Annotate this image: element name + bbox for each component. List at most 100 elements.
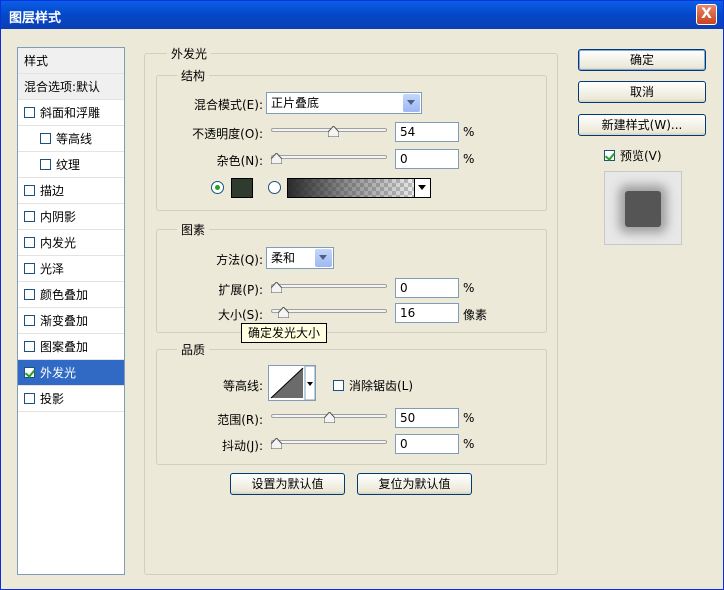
outer-glow-title: 外发光 (167, 45, 212, 62)
glow-gradient-picker[interactable] (287, 178, 431, 198)
style-list-item-label: 等高线 (56, 132, 93, 146)
style-list-item-label: 内阴影 (40, 210, 77, 224)
style-list-item[interactable]: 内发光 (18, 230, 124, 256)
new-style-button[interactable]: 新建样式(W)... (578, 114, 706, 136)
slider-thumb-icon[interactable] (271, 153, 282, 164)
style-checkbox[interactable] (24, 315, 35, 326)
spread-slider[interactable] (271, 278, 387, 294)
solid-color-radio[interactable] (211, 181, 224, 194)
jitter-slider[interactable] (271, 434, 387, 450)
style-checkbox[interactable] (24, 289, 35, 300)
noise-label: 杂色(N): (216, 154, 263, 168)
style-list: 样式 混合选项:默认 斜面和浮雕等高线纹理描边内阴影内发光光泽颜色叠加渐变叠加图… (17, 47, 125, 575)
slider-track (271, 155, 387, 159)
style-checkbox[interactable] (24, 211, 35, 222)
range-label: 范围(R): (217, 413, 263, 427)
technique-select[interactable]: 柔和 (266, 247, 334, 269)
style-list-header[interactable]: 样式 (18, 48, 124, 74)
make-default-button[interactable]: 设置为默认值 (230, 473, 345, 495)
slider-track (271, 284, 387, 288)
range-slider[interactable] (271, 408, 387, 424)
range-unit: % (463, 411, 475, 425)
blend-mode-value: 正片叠底 (271, 96, 320, 110)
size-slider[interactable] (271, 303, 387, 319)
style-checkbox[interactable] (24, 263, 35, 274)
glow-color-swatch[interactable] (231, 178, 253, 198)
style-checkbox[interactable] (24, 107, 35, 118)
style-checkbox[interactable] (24, 393, 35, 404)
style-preview (604, 171, 682, 245)
opacity-input[interactable]: 54 (395, 122, 459, 142)
style-list-item-label: 投影 (40, 392, 65, 406)
style-list-item[interactable]: 投影 (18, 386, 124, 412)
style-list-item-label: 图案叠加 (40, 340, 89, 354)
antialias-checkbox[interactable]: 消除锯齿(L) (333, 377, 413, 394)
slider-thumb-icon[interactable] (271, 438, 282, 449)
preview-checkbox[interactable]: 预览(V) (604, 147, 662, 164)
style-checkbox[interactable] (24, 185, 35, 196)
preview-label: 预览(V) (620, 149, 662, 163)
style-list-item-label: 外发光 (40, 366, 77, 380)
antialias-label: 消除锯齿(L) (349, 379, 414, 393)
slider-track (271, 440, 387, 444)
chevron-down-icon[interactable] (403, 94, 420, 112)
blend-options-item[interactable]: 混合选项:默认 (18, 74, 124, 100)
style-checkbox[interactable] (24, 341, 35, 352)
opacity-slider[interactable] (271, 122, 387, 138)
style-list-item-label: 颜色叠加 (40, 288, 89, 302)
noise-unit: % (463, 152, 475, 166)
blend-mode-select[interactable]: 正片叠底 (266, 92, 422, 114)
style-list-item[interactable]: 纹理 (18, 152, 124, 178)
style-list-item[interactable]: 光泽 (18, 256, 124, 282)
style-list-item[interactable]: 图案叠加 (18, 334, 124, 360)
structure-legend: 结构 (177, 67, 210, 84)
style-list-item-label: 纹理 (56, 158, 81, 172)
slider-thumb-icon[interactable] (278, 307, 289, 318)
style-checkbox[interactable] (40, 133, 51, 144)
style-list-item-label: 光泽 (40, 262, 65, 276)
antialias-checkbox-box[interactable] (333, 380, 344, 391)
range-input[interactable]: 50 (395, 408, 459, 428)
ok-button[interactable]: 确定 (578, 49, 706, 71)
preview-checkbox-box[interactable] (604, 150, 615, 161)
chevron-down-icon[interactable] (414, 179, 430, 197)
style-list-item-label: 渐变叠加 (40, 314, 89, 328)
noise-slider[interactable] (271, 149, 387, 165)
blend-mode-label: 混合模式(E): (194, 98, 263, 112)
cancel-button[interactable]: 取消 (578, 81, 706, 103)
style-list-item[interactable]: 描边 (18, 178, 124, 204)
noise-input[interactable]: 0 (395, 149, 459, 169)
preview-thumbnail (625, 191, 661, 227)
style-list-item[interactable]: 内阴影 (18, 204, 124, 230)
jitter-label: 抖动(J): (222, 439, 263, 453)
jitter-input[interactable]: 0 (395, 434, 459, 454)
spread-label: 扩展(P): (218, 283, 263, 297)
style-list-item[interactable]: 渐变叠加 (18, 308, 124, 334)
title-bar[interactable]: 图层样式 X (1, 1, 723, 29)
style-list-item[interactable]: 外发光 (18, 360, 124, 386)
style-list-item-label: 描边 (40, 184, 65, 198)
spread-input[interactable]: 0 (395, 278, 459, 298)
style-checkbox[interactable] (24, 237, 35, 248)
contour-picker[interactable] (268, 365, 316, 401)
style-list-item-label: 斜面和浮雕 (40, 106, 101, 120)
style-list-item[interactable]: 颜色叠加 (18, 282, 124, 308)
size-unit: 像素 (463, 308, 488, 322)
chevron-down-icon[interactable] (315, 249, 332, 267)
contour-curve-icon (270, 365, 316, 401)
style-checkbox[interactable] (24, 367, 35, 378)
slider-thumb-icon[interactable] (271, 282, 282, 293)
size-input[interactable]: 16 (395, 303, 459, 323)
style-list-item[interactable]: 斜面和浮雕 (18, 100, 124, 126)
layer-style-dialog: 图层样式 X 样式 混合选项:默认 斜面和浮雕等高线纹理描边内阴影内发光光泽颜色… (0, 0, 724, 590)
opacity-label: 不透明度(O): (192, 127, 263, 141)
slider-thumb-icon[interactable] (328, 126, 339, 137)
size-tooltip: 确定发光大小 (241, 323, 328, 343)
close-button[interactable]: X (696, 4, 717, 25)
slider-thumb-icon[interactable] (324, 412, 335, 423)
reset-default-button[interactable]: 复位为默认值 (357, 473, 472, 495)
style-list-item[interactable]: 等高线 (18, 126, 124, 152)
spread-unit: % (463, 281, 475, 295)
style-checkbox[interactable] (40, 159, 51, 170)
gradient-radio[interactable] (268, 181, 281, 194)
